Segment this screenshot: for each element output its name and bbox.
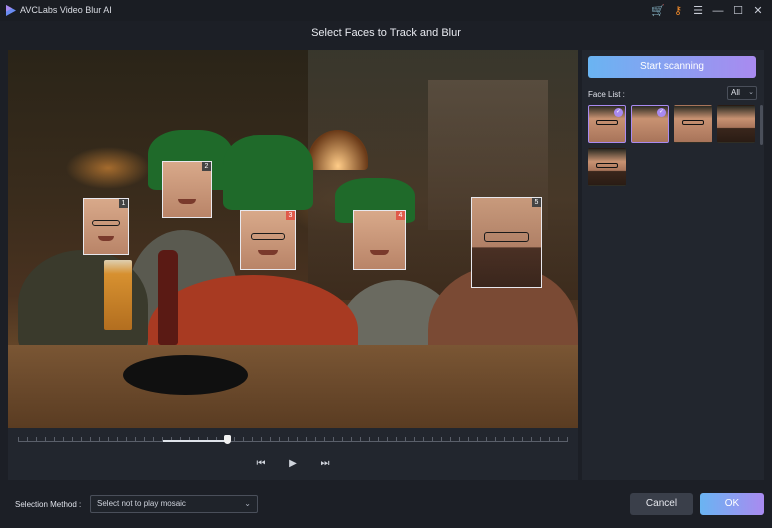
green-hat — [223, 135, 313, 210]
face-number: 3 — [286, 211, 295, 220]
mouth — [258, 250, 278, 256]
glasses — [484, 231, 529, 243]
face-thumbnail-grid: ✓ ✓ — [588, 105, 760, 186]
timeline-progress — [163, 440, 227, 442]
food-tray — [123, 355, 248, 395]
timeline-track — [18, 441, 568, 442]
previous-frame-icon[interactable]: ⏮ — [254, 456, 268, 470]
face-list-scrollbar[interactable] — [760, 105, 763, 145]
mouth — [98, 236, 114, 241]
glasses — [596, 120, 618, 125]
menu-icon[interactable]: ☰ — [690, 3, 706, 18]
face-box-5[interactable]: 5 — [471, 197, 542, 288]
face-thumbnail[interactable]: ✓ — [631, 105, 669, 143]
beer-bottle — [158, 250, 178, 345]
face-list-panel: Start scanning Face List : All ⌄ ✓ ✓ — [582, 50, 764, 480]
face-thumbnail[interactable]: ✓ — [588, 105, 626, 143]
maximize-icon[interactable]: ☐ — [730, 3, 746, 18]
glasses — [596, 163, 618, 168]
window-title: AVCLabs Video Blur AI — [20, 5, 112, 15]
filter-value: All — [731, 88, 740, 97]
app-window: AVCLabs Video Blur AI 🛒 ⚷ ☰ — ☐ ✕ Select… — [0, 0, 772, 528]
face-number: 4 — [396, 211, 405, 220]
face-thumbnail[interactable] — [674, 105, 712, 143]
glasses — [91, 219, 121, 227]
selection-method-value: Select not to play mosaic — [97, 499, 186, 508]
check-icon: ✓ — [657, 108, 666, 117]
face-thumbnail[interactable] — [588, 148, 626, 186]
face-box-1[interactable]: 1 — [83, 198, 129, 255]
check-icon: ✓ — [614, 108, 623, 117]
window-controls: 🛒 ⚷ ☰ — ☐ ✕ — [650, 3, 766, 18]
face-number: 2 — [202, 162, 211, 171]
face-thumbnail[interactable] — [717, 105, 755, 143]
face-number: 1 — [119, 199, 128, 208]
mouth — [370, 250, 389, 256]
title-bar: AVCLabs Video Blur AI 🛒 ⚷ ☰ — ☐ ✕ — [0, 0, 772, 21]
face-box-4[interactable]: 4 — [353, 210, 406, 270]
cancel-button[interactable]: Cancel — [630, 493, 693, 515]
glasses — [250, 233, 286, 240]
minimize-icon[interactable]: — — [710, 3, 726, 18]
face-list-label: Face List : — [588, 90, 625, 99]
cart-icon[interactable]: 🛒 — [650, 3, 666, 18]
glasses — [682, 120, 704, 125]
timeline-handle[interactable] — [224, 435, 231, 444]
start-scanning-button[interactable]: Start scanning — [588, 56, 756, 78]
video-preview[interactable]: 1 2 3 4 5 — [8, 50, 578, 428]
beer-glass — [104, 260, 132, 330]
playback-controls: ⏮ ▶ ⏭ — [8, 453, 578, 473]
next-frame-icon[interactable]: ⏭ — [318, 456, 332, 470]
face-number: 5 — [532, 198, 541, 207]
video-panel: 1 2 3 4 5 ⏮ ▶ ⏭ — [8, 50, 578, 480]
chevron-down-icon: ⌄ — [244, 499, 251, 508]
bar-table — [8, 345, 578, 428]
mouth — [178, 199, 196, 204]
face-box-2[interactable]: 2 — [162, 161, 212, 218]
ok-button[interactable]: OK — [700, 493, 764, 515]
close-icon[interactable]: ✕ — [750, 3, 766, 18]
page-title: Select Faces to Track and Blur — [311, 27, 461, 39]
app-logo-icon — [6, 5, 16, 16]
timeline-slider[interactable] — [18, 435, 568, 447]
chevron-down-icon: ⌄ — [748, 89, 754, 96]
face-box-3[interactable]: 3 — [240, 210, 296, 270]
selection-method-dropdown[interactable]: Select not to play mosaic ⌄ — [90, 495, 258, 513]
play-icon[interactable]: ▶ — [286, 456, 300, 470]
key-icon[interactable]: ⚷ — [670, 3, 686, 18]
face-filter-select[interactable]: All ⌄ — [727, 86, 757, 100]
selection-method-label: Selection Method : — [15, 500, 82, 509]
